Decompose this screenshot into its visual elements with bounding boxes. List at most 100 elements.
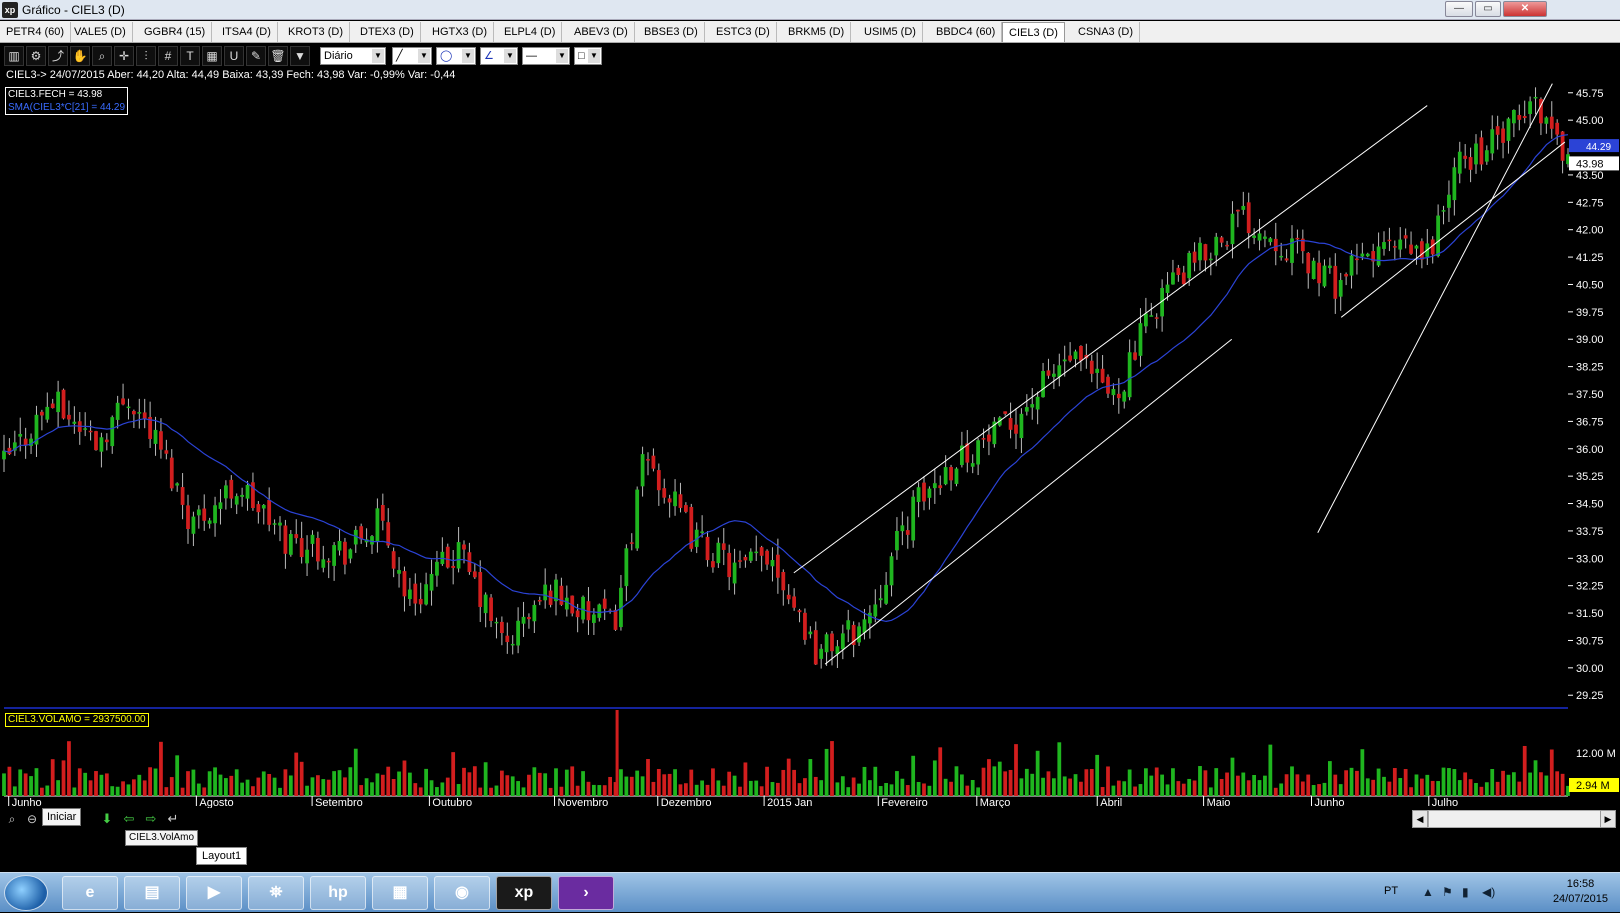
folder-icon[interactable]: ▤ — [124, 876, 180, 910]
volume-bar — [1436, 781, 1441, 796]
network-icon[interactable]: ▮ — [1462, 885, 1469, 899]
volume-bar — [516, 781, 521, 796]
calculator-icon[interactable]: ▦ — [372, 876, 428, 910]
tab-dtex3[interactable]: DTEX3 (D) — [354, 22, 421, 42]
scroll-right-button[interactable]: ▶ — [1600, 810, 1616, 828]
line-tool-select[interactable]: ╱ ▼ — [392, 47, 432, 65]
tab-krot3[interactable]: KROT3 (D) — [282, 22, 350, 42]
return-icon[interactable]: ↵ — [164, 811, 182, 827]
brush-icon[interactable]: ✎ — [246, 46, 266, 66]
tab-itsa4[interactable]: ITSA4 (D) — [216, 22, 278, 42]
volume-bar — [1079, 781, 1083, 796]
ie-icon[interactable]: e — [62, 876, 118, 910]
volume-bar — [240, 782, 245, 796]
table-icon[interactable]: ▦ — [202, 46, 222, 66]
zoom-icon[interactable]: ⌕ — [92, 46, 112, 66]
gear-icon[interactable]: ⚙ — [26, 46, 46, 66]
horizontal-scrollbar[interactable] — [1428, 810, 1616, 828]
flag-icon[interactable]: ⚑ — [1442, 885, 1453, 899]
candle-body — [591, 614, 596, 623]
tab-hgtx3[interactable]: HGTX3 (D) — [426, 22, 494, 42]
zoom-in-icon[interactable]: ⌕ — [4, 811, 20, 827]
volume-bar — [505, 775, 510, 796]
candle-body — [1024, 407, 1029, 412]
tab-usim5[interactable]: USIM5 (D) — [858, 22, 923, 42]
volume-bar — [88, 780, 93, 796]
hp-icon[interactable]: hp — [310, 876, 366, 910]
language-indicator[interactable]: PT — [1384, 885, 1398, 897]
chart-icon[interactable]: ▥ — [4, 46, 24, 66]
grid-icon[interactable]: # — [158, 46, 178, 66]
candle-body — [348, 549, 353, 559]
tab-vale5[interactable]: VALE5 (D) — [68, 22, 133, 42]
xp-app-icon[interactable]: xp — [496, 876, 552, 910]
volume-bar — [77, 768, 82, 796]
volume-bar — [527, 774, 531, 796]
candle-body — [1317, 262, 1321, 284]
text-icon[interactable]: T — [180, 46, 200, 66]
arrow-right-icon[interactable]: ⇨ — [142, 811, 160, 827]
chevron-up-icon[interactable]: ▲ — [1422, 885, 1434, 899]
start-button[interactable] — [4, 875, 48, 911]
volume-bar — [770, 782, 775, 796]
tab-petr4[interactable]: PETR4 (60) — [0, 22, 72, 42]
crosshair-icon[interactable]: ✛ — [114, 46, 134, 66]
trend-icon[interactable]: ⤴ — [48, 46, 68, 66]
chevron-down-icon: ▼ — [462, 49, 474, 63]
zoom-out-icon[interactable]: ⊖ — [24, 811, 40, 827]
candle-body — [1463, 155, 1468, 159]
price-tick-label: 36.75 — [1576, 416, 1604, 428]
tab-brkm5[interactable]: BRKM5 (D) — [782, 22, 852, 42]
candle-body — [299, 538, 304, 558]
candle-body — [786, 594, 791, 600]
price-chart[interactable]: 45.75 45.00 43.50 42.75 42.00 41.25 40.50 39.75… — [0, 68, 1620, 808]
line-style-select[interactable]: — ▼ — [522, 47, 570, 65]
trend-channel-line[interactable] — [824, 338, 1233, 665]
shape-tool-select[interactable]: ◯ ▼ — [436, 47, 476, 65]
tab-ciel3[interactable]: CIEL3 (D) — [1002, 22, 1065, 42]
magnet-icon[interactable]: U — [224, 46, 244, 66]
tab-bbdc4[interactable]: BBDC4 (60) — [930, 22, 1003, 42]
arrow-left-icon[interactable]: ⇦ — [120, 811, 138, 827]
candle-body — [1344, 274, 1349, 277]
chrome-icon[interactable]: ◉ — [434, 876, 490, 910]
candle-body — [196, 509, 201, 516]
maximize-button[interactable]: ▭ — [1475, 1, 1501, 17]
media-player-icon[interactable]: ▶ — [186, 876, 242, 910]
trash-icon[interactable]: 🗑 — [268, 46, 288, 66]
chevron-down-icon: ▼ — [504, 49, 516, 63]
candle-body — [916, 487, 921, 502]
volume-bar — [819, 780, 824, 796]
tab-ggbr4[interactable]: GGBR4 (15) — [138, 22, 213, 42]
candle-body — [873, 604, 878, 617]
layout-tab[interactable]: Layout1 — [196, 847, 248, 865]
close-button[interactable]: ✕ — [1503, 1, 1547, 17]
tab-csna3[interactable]: CSNA3 (D) — [1072, 22, 1141, 42]
candle-body — [770, 560, 775, 567]
color-select[interactable]: □ ▼ — [574, 47, 602, 65]
remote-desktop-icon[interactable]: ⛯ — [248, 876, 304, 910]
arrow-down-icon[interactable]: ⬇ — [98, 811, 116, 827]
play-app-icon[interactable]: › — [558, 876, 614, 910]
clock[interactable]: 16:58 24/07/2015 — [1553, 877, 1608, 907]
tab-elpl4[interactable]: ELPL4 (D) — [498, 22, 563, 42]
period-select[interactable]: Diário ▼ — [320, 47, 386, 65]
fibo-icon[interactable]: ⫶ — [136, 46, 156, 66]
volume-icon[interactable]: ◀) — [1482, 885, 1495, 899]
minimize-button[interactable]: — — [1445, 1, 1473, 17]
volume-bar — [1382, 776, 1386, 796]
trend-channel-line[interactable] — [793, 105, 1428, 574]
candle-body — [159, 431, 163, 450]
scroll-left-button[interactable]: ◀ — [1412, 810, 1428, 828]
volume-bar — [992, 766, 997, 796]
tab-bbse3[interactable]: BBSE3 (D) — [638, 22, 705, 42]
candle-body — [1106, 376, 1110, 394]
tab-estc3[interactable]: ESTC3 (D) — [710, 22, 777, 42]
volume-bar — [494, 785, 499, 796]
filter-icon[interactable]: ▼ — [290, 46, 310, 66]
fan-tool-select[interactable]: ∠ ▼ — [480, 47, 518, 65]
candle-body — [202, 508, 207, 521]
hand-icon[interactable]: ✋ — [70, 46, 90, 66]
volume-bar — [175, 755, 180, 796]
tab-abev3[interactable]: ABEV3 (D) — [568, 22, 635, 42]
